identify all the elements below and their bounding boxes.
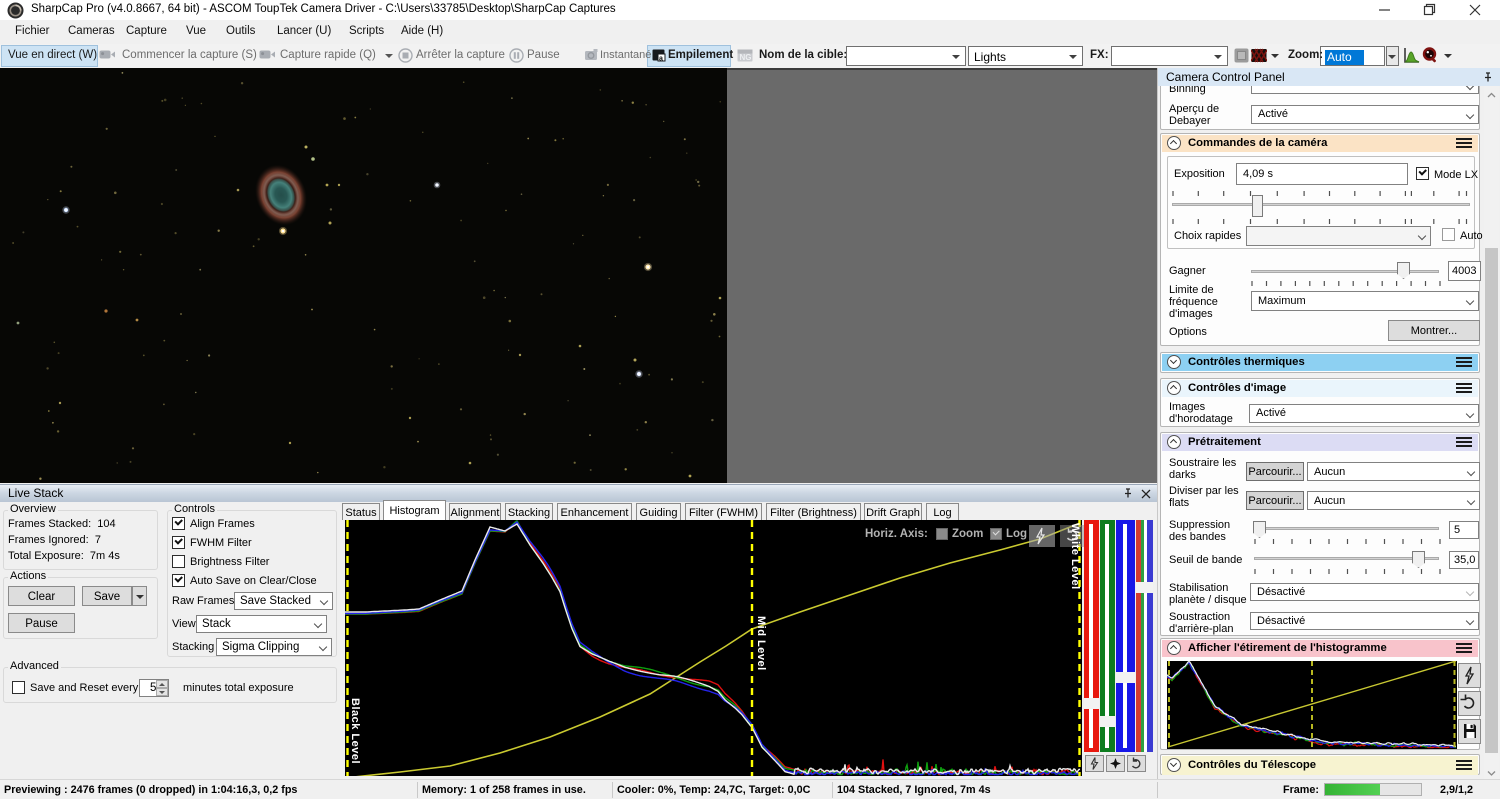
svg-text:NG: NG <box>740 53 752 62</box>
svg-text:a: a <box>659 56 663 63</box>
